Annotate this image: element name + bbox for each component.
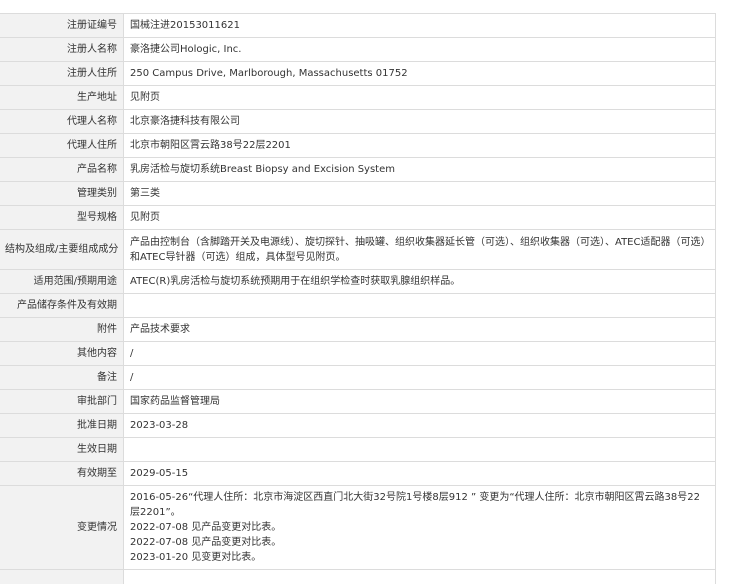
change-entry: 2016-05-26“代理人住所：北京市海淀区西直门北大街32号院1号楼8层91…: [130, 492, 700, 518]
value-valid-until: 2029-05-15: [123, 461, 716, 486]
row-registrant-name: 注册人名称 豪洛捷公司Hologic, Inc.: [0, 37, 716, 62]
row-approval-date: 批准日期 2023-03-28: [0, 413, 716, 438]
change-entry: 2022-07-08 见产品变更对比表。: [130, 537, 282, 548]
value-storage-validity: [123, 293, 716, 318]
label-change-history: 变更情况: [0, 485, 124, 570]
label-agent-name: 代理人名称: [0, 109, 124, 134]
label-valid-until: 有效期至: [0, 461, 124, 486]
row-storage-validity: 产品储存条件及有效期: [0, 293, 716, 318]
registration-detail-table: 注册证编号 国械注进20153011621 注册人名称 豪洛捷公司Hologic…: [0, 13, 716, 584]
label-production-address: 生产地址: [0, 85, 124, 110]
value-production-address: 见附页: [123, 85, 716, 110]
label-registrant-name: 注册人名称: [0, 37, 124, 62]
change-entry: 2023-01-20 见变更对比表。: [130, 552, 262, 563]
value-approval-date: 2023-03-28: [123, 413, 716, 438]
label-attachments: 附件: [0, 317, 124, 342]
row-product-name: 产品名称 乳房活检与旋切系统Breast Biopsy and Excision…: [0, 157, 716, 182]
value-product-name: 乳房活检与旋切系统Breast Biopsy and Excision Syst…: [123, 157, 716, 182]
label-effective-date: 生效日期: [0, 437, 124, 462]
value-structure-composition: 产品由控制台（含脚踏开关及电源线）、旋切探针、抽吸罐、组织收集器延长管（可选）、…: [123, 229, 716, 270]
value-registrant-name: 豪洛捷公司Hologic, Inc.: [123, 37, 716, 62]
label-model-spec: 型号规格: [0, 205, 124, 230]
row-other-content: 其他内容 /: [0, 341, 716, 366]
row-registration-number: 注册证编号 国械注进20153011621: [0, 13, 716, 38]
row-change-history: 变更情况 2016-05-26“代理人住所：北京市海淀区西直门北大街32号院1号…: [0, 485, 716, 570]
value-model-spec: 见附页: [123, 205, 716, 230]
label-remarks: 备注: [0, 365, 124, 390]
label-product-name: 产品名称: [0, 157, 124, 182]
value-remarks: /: [123, 365, 716, 390]
label-approval-department: 审批部门: [0, 389, 124, 414]
row-approval-department: 审批部门 国家药品监督管理局: [0, 389, 716, 414]
registration-detail-page: 注册证编号 国械注进20153011621 注册人名称 豪洛捷公司Hologic…: [0, 0, 730, 584]
row-attachments: 附件 产品技术要求: [0, 317, 716, 342]
label-agent-address: 代理人住所: [0, 133, 124, 158]
row-structure-composition: 结构及组成/主要组成成分 产品由控制台（含脚踏开关及电源线）、旋切探针、抽吸罐、…: [0, 229, 716, 270]
value-change-history: 2016-05-26“代理人住所：北京市海淀区西直门北大街32号院1号楼8层91…: [123, 485, 716, 570]
row-intended-use: 适用范围/预期用途 ATEC(R)乳房活检与旋切系统预期用于在组织学检查时获取乳…: [0, 269, 716, 294]
value-agent-name: 北京豪洛捷科技有限公司: [123, 109, 716, 134]
change-entry: 2022-07-08 见产品变更对比表。: [130, 522, 282, 533]
label-registration-number: 注册证编号: [0, 13, 124, 38]
row-registrant-address: 注册人住所 250 Campus Drive, Marlborough, Mas…: [0, 61, 716, 86]
value-registration-number: 国械注进20153011621: [123, 13, 716, 38]
value-attachments: 产品技术要求: [123, 317, 716, 342]
row-effective-date: 生效日期: [0, 437, 716, 462]
value-management-category: 第三类: [123, 181, 716, 206]
label-management-category: 管理类别: [0, 181, 124, 206]
value-effective-date: [123, 437, 716, 462]
label-trailing: [0, 569, 124, 584]
row-agent-name: 代理人名称 北京豪洛捷科技有限公司: [0, 109, 716, 134]
label-registrant-address: 注册人住所: [0, 61, 124, 86]
value-trailing: [123, 569, 716, 584]
label-approval-date: 批准日期: [0, 413, 124, 438]
value-intended-use: ATEC(R)乳房活检与旋切系统预期用于在组织学检查时获取乳腺组织样品。: [123, 269, 716, 294]
row-trailing: [0, 569, 716, 584]
row-model-spec: 型号规格 见附页: [0, 205, 716, 230]
value-agent-address: 北京市朝阳区霄云路38号22层2201: [123, 133, 716, 158]
value-approval-department: 国家药品监督管理局: [123, 389, 716, 414]
label-intended-use: 适用范围/预期用途: [0, 269, 124, 294]
row-agent-address: 代理人住所 北京市朝阳区霄云路38号22层2201: [0, 133, 716, 158]
value-registrant-address: 250 Campus Drive, Marlborough, Massachus…: [123, 61, 716, 86]
row-management-category: 管理类别 第三类: [0, 181, 716, 206]
row-valid-until: 有效期至 2029-05-15: [0, 461, 716, 486]
row-production-address: 生产地址 见附页: [0, 85, 716, 110]
label-structure-composition: 结构及组成/主要组成成分: [0, 229, 124, 270]
label-storage-validity: 产品储存条件及有效期: [0, 293, 124, 318]
value-other-content: /: [123, 341, 716, 366]
label-other-content: 其他内容: [0, 341, 124, 366]
row-remarks: 备注 /: [0, 365, 716, 390]
